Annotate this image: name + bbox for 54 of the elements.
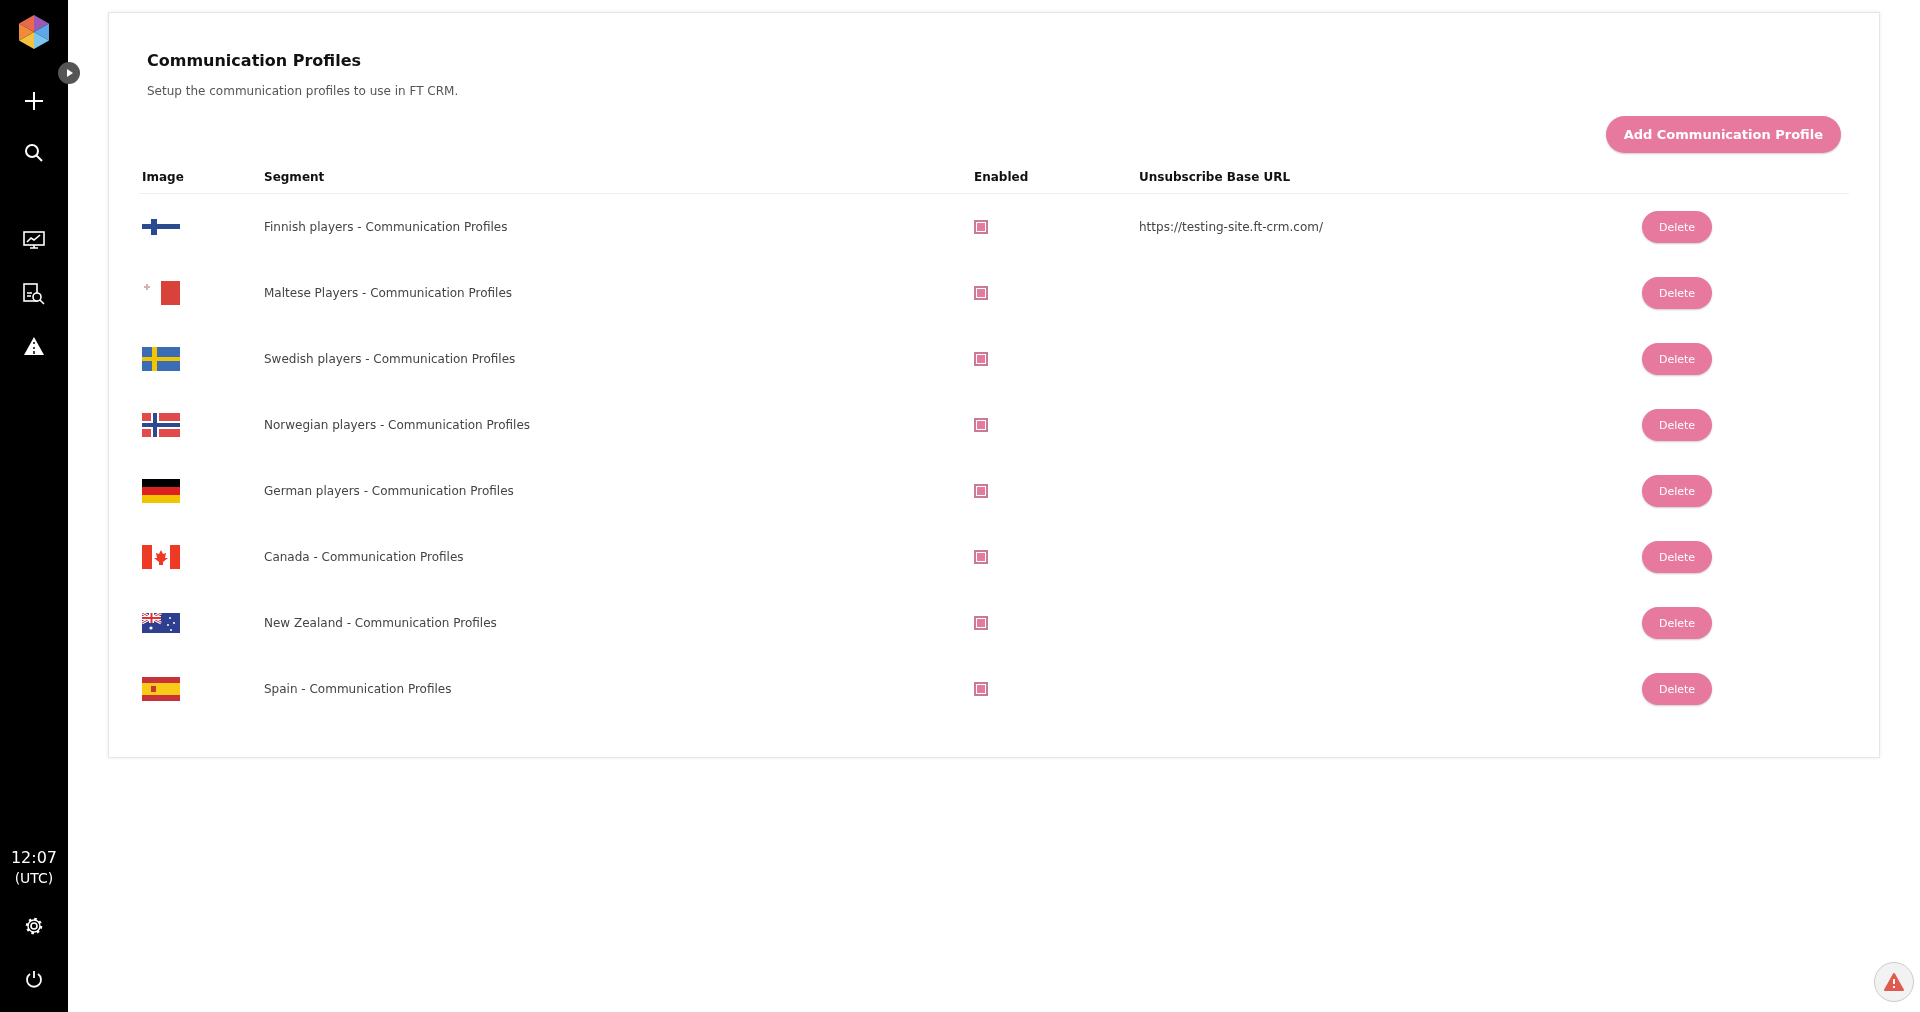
enabled-checkbox[interactable] <box>974 352 988 366</box>
add-icon[interactable] <box>24 91 44 111</box>
delete-button[interactable]: Delete <box>1642 673 1712 705</box>
alert-button[interactable] <box>1874 962 1914 1002</box>
delete-button[interactable]: Delete <box>1642 277 1712 309</box>
settings-icon[interactable] <box>24 916 44 936</box>
clock-zone: (UTC) <box>13 869 55 888</box>
delete-button[interactable]: Delete <box>1642 607 1712 639</box>
chart-monitor-icon[interactable] <box>23 231 45 251</box>
page-title: Communication Profiles <box>147 51 363 70</box>
enabled-checkbox[interactable] <box>974 550 988 564</box>
segment-cell-text: Maltese Players - Communication Profiles <box>264 286 514 300</box>
url-cell-text: https://testing-site.ft-crm.com/ <box>1139 220 1324 234</box>
search-icon[interactable] <box>24 143 44 163</box>
flag-icon <box>142 677 180 701</box>
segment-cell-text: German players - Communication Profiles <box>264 484 515 498</box>
segment-cell-text: Norwegian players - Communication Profiles <box>264 418 532 432</box>
column-header: Unsubscribe Base URL <box>1139 170 1292 184</box>
delete-button[interactable]: Delete <box>1642 475 1712 507</box>
segment-cell-text: Canada - Communication Profiles <box>264 550 465 564</box>
delete-button[interactable]: Delete <box>1642 541 1712 573</box>
segment-cell-text: Spain - Communication Profiles <box>264 682 453 696</box>
clock-time: 12:07 <box>10 848 58 868</box>
page-subtitle: Setup the communication profiles to use in FT CRM. <box>147 84 460 98</box>
play-icon <box>64 68 74 78</box>
enabled-checkbox[interactable] <box>974 682 988 696</box>
enabled-checkbox[interactable] <box>974 220 988 234</box>
warning-icon <box>1884 973 1904 991</box>
power-icon[interactable] <box>25 970 43 988</box>
column-header: Image <box>141 170 185 184</box>
flag-icon <box>142 281 180 305</box>
enabled-checkbox[interactable] <box>974 418 988 432</box>
flag-icon <box>142 545 180 569</box>
road-icon[interactable] <box>24 337 44 355</box>
flag-icon <box>142 613 180 633</box>
segment-cell-text: New Zealand - Communication Profiles <box>264 616 498 630</box>
flag-icon <box>142 347 180 371</box>
flag-icon <box>142 413 180 437</box>
segment-cell-text: Swedish players - Communication Profiles <box>264 352 517 366</box>
column-header: Segment <box>264 170 326 184</box>
delete-button[interactable]: Delete <box>1642 343 1712 375</box>
flag-icon <box>142 219 180 235</box>
delete-button[interactable]: Delete <box>1642 409 1712 441</box>
enabled-checkbox[interactable] <box>974 484 988 498</box>
enabled-checkbox[interactable] <box>974 616 988 630</box>
segment-cell-text: Finnish players - Communication Profiles <box>264 220 509 234</box>
add-profile-button[interactable]: Add Communication Profile <box>1605 116 1841 153</box>
document-search-icon[interactable] <box>23 283 45 305</box>
delete-button[interactable]: Delete <box>1642 211 1712 243</box>
column-header: Enabled <box>974 170 1030 184</box>
flag-icon <box>142 479 180 503</box>
enabled-checkbox[interactable] <box>974 286 988 300</box>
expand-button[interactable] <box>58 62 80 84</box>
logo-icon <box>19 15 49 49</box>
